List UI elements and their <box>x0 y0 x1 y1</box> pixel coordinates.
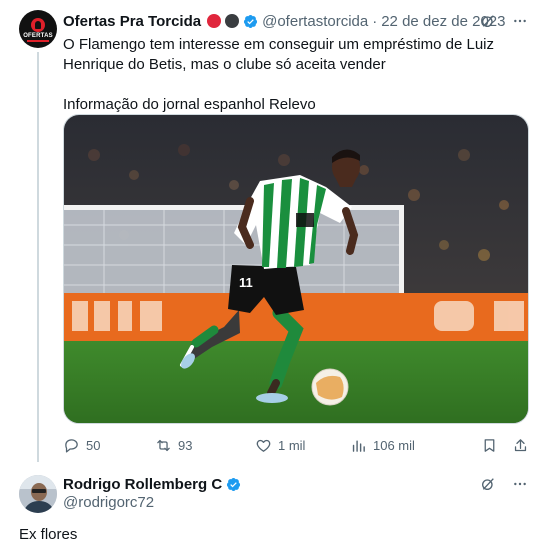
repost-count: 93 <box>178 437 193 453</box>
like-icon <box>256 439 271 452</box>
logo-underline <box>27 40 49 42</box>
reply-header-actions <box>480 473 528 495</box>
bookmark-share-group <box>481 437 529 454</box>
reply-author-handle[interactable]: @rodrigorc72 <box>63 494 154 511</box>
views-icon <box>352 440 365 452</box>
tweet-text: O Flamengo tem interesse em conseguir um… <box>63 35 523 115</box>
logo-mark <box>31 18 45 32</box>
thread-connector-line <box>37 52 39 462</box>
views-action[interactable]: 106 mil <box>350 437 462 454</box>
like-count: 1 mil <box>278 437 306 453</box>
share-icon[interactable] <box>512 437 529 454</box>
author-avatar[interactable]: OFERTAS <box>19 10 57 48</box>
reply-author-name[interactable]: Rodrigo Rollemberg C <box>63 476 222 493</box>
repost-action[interactable]: 93 <box>155 437 255 454</box>
reply-header: Rodrigo Rollemberg C <box>63 474 528 494</box>
tweet-actions: 50 93 1 mil 106 mil <box>63 434 529 456</box>
verified-icon <box>244 14 258 28</box>
player-number: 11 <box>239 275 253 290</box>
more-icon[interactable] <box>512 476 528 492</box>
tweet-photo[interactable]: 11 <box>63 114 529 424</box>
author-handle[interactable]: @ofertastorcida <box>262 13 368 30</box>
tweet-header: Ofertas Pra Torcida @ofertastorcida · 22… <box>63 10 528 32</box>
tweet-text-paragraph-2: Informação do jornal espanhol Relevo <box>63 96 316 113</box>
verified-icon <box>227 477 241 491</box>
reply-action[interactable]: 50 <box>63 437 155 454</box>
header-actions <box>480 10 528 32</box>
reply-icon <box>65 438 78 453</box>
author-name[interactable]: Ofertas Pra Torcida <box>63 13 201 30</box>
reply-count: 50 <box>86 437 101 453</box>
like-action[interactable]: 1 mil <box>255 437 350 454</box>
reply-author-avatar[interactable] <box>19 475 57 513</box>
separator-dot: · <box>372 12 378 30</box>
repost-icon <box>157 439 170 451</box>
grok-icon[interactable] <box>480 476 496 492</box>
avatar-logo-text: OFERTAS <box>23 33 53 39</box>
grok-icon[interactable] <box>480 13 496 29</box>
bookmark-icon[interactable] <box>481 437 498 454</box>
football-player-image: 11 <box>64 115 528 423</box>
views-count: 106 mil <box>373 437 415 453</box>
red-circle-emoji <box>207 14 222 28</box>
reply-avatar-photo <box>19 475 57 513</box>
black-circle-emoji <box>225 14 240 28</box>
reply-text: Ex flores <box>19 526 78 543</box>
tweet-text-paragraph-1: O Flamengo tem interesse em conseguir um… <box>63 36 495 73</box>
more-icon[interactable] <box>512 13 528 29</box>
